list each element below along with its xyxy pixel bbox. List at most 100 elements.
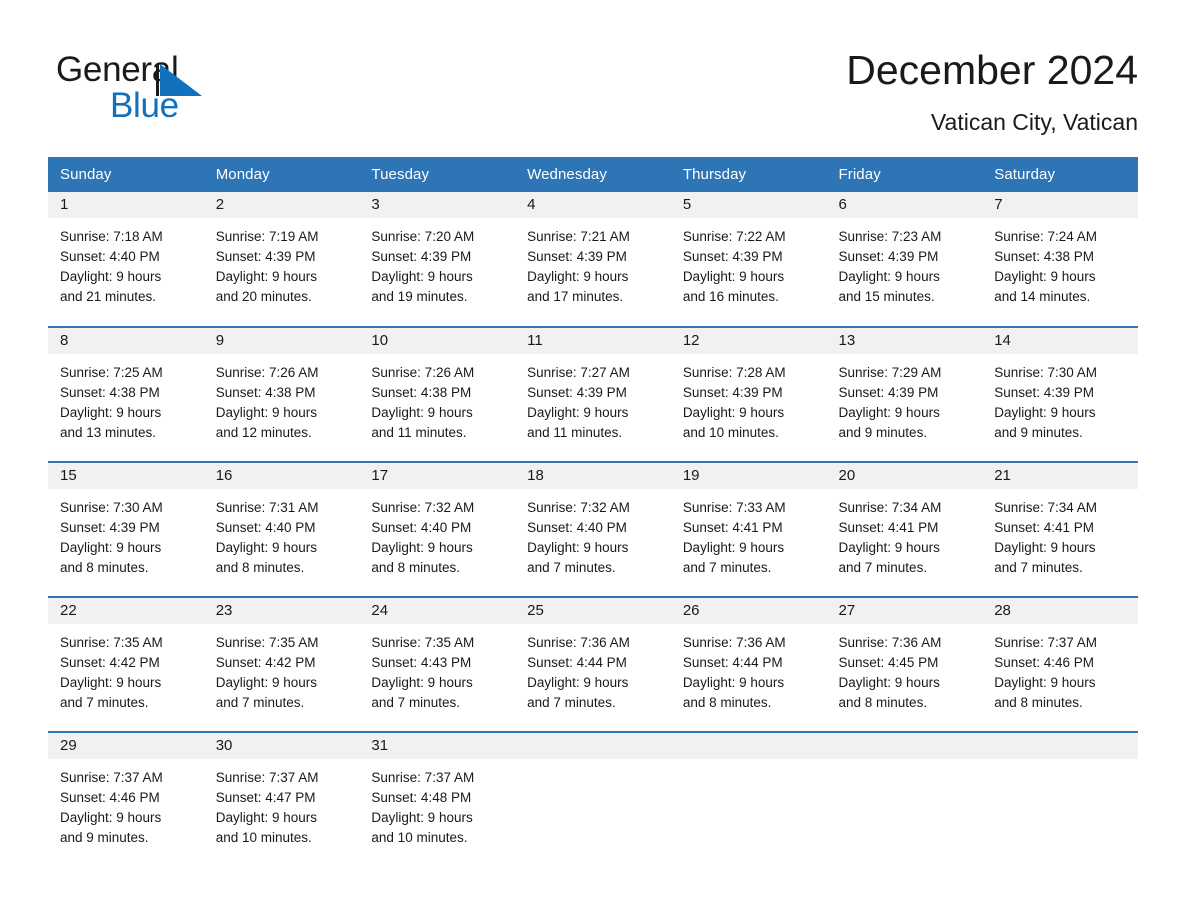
- day-details: Sunrise: 7:33 AM Sunset: 4:41 PM Daylight:…: [671, 489, 827, 578]
- day-details: Sunrise: 7:19 AM Sunset: 4:39 PM Daylight:…: [204, 218, 360, 307]
- calendar-day-cell[interactable]: 20 Sunrise: 7:34 AM Sunset: 4:41 PM Dayligh…: [826, 461, 983, 597]
- calendar-day-cell[interactable]: 14 Sunrise: 7:30 AM Sunset: 4:39 PM Dayligh…: [982, 326, 1138, 462]
- calendar-day-cell[interactable]: 17 Sunrise: 7:32 AM Sunset: 4:40 PM Dayligh…: [359, 461, 516, 597]
- calendar-day-cell[interactable]: 13 Sunrise: 7:29 AM Sunset: 4:39 PM Dayligh…: [826, 326, 983, 462]
- calendar-day-cell[interactable]: 3 Sunrise: 7:20 AM Sunset: 4:39 PM Daylight…: [359, 192, 516, 327]
- sunrise-text: Sunrise: 7:21 AM: [527, 229, 630, 244]
- sunrise-text: Sunrise: 7:35 AM: [60, 635, 163, 650]
- daylight-text-line2: and 8 minutes.: [215, 560, 305, 575]
- day-number: 28: [982, 598, 1138, 624]
- calendar-day-cell[interactable]: 19 Sunrise: 7:33 AM Sunset: 4:41 PM Dayligh…: [670, 461, 827, 597]
- calendar-day-cell[interactable]: 18 Sunrise: 7:32 AM Sunset: 4:40 PM Dayligh…: [515, 461, 671, 597]
- calendar-day-cell[interactable]: 24 Sunrise: 7:35 AM Sunset: 4:43 PM Dayligh…: [359, 596, 516, 732]
- calendar-day-cell[interactable]: 12 Sunrise: 7:28 AM Sunset: 4:39 PM Dayligh…: [670, 326, 827, 462]
- day-number: 7: [982, 192, 1138, 218]
- calendar-day-cell[interactable]: 5 Sunrise: 7:22 AM Sunset: 4:39 PM Daylight…: [670, 192, 827, 327]
- calendar-day-cell[interactable]: 26 Sunrise: 7:36 AM Sunset: 4:44 PM Dayligh…: [670, 596, 827, 732]
- sunrise-text: Sunrise: 7:25 AM: [60, 365, 163, 380]
- sunset-text: Sunset: 4:42 PM: [215, 655, 316, 670]
- sunrise-text: Sunrise: 7:29 AM: [838, 365, 942, 380]
- sunset-text: Sunset: 4:48 PM: [371, 790, 472, 805]
- calendar-day-cell[interactable]: 2 Sunrise: 7:19 AM Sunset: 4:39 PM Daylight…: [203, 192, 360, 327]
- day-details: Sunrise: 7:23 AM Sunset: 4:39 PM Daylight:…: [827, 218, 983, 307]
- calendar-day-cell[interactable]: 1 Sunrise: 7:18 AM Sunset: 4:40 PM Daylight…: [48, 192, 204, 327]
- daylight-text-line1: Daylight: 9 hours: [215, 405, 318, 420]
- sunset-text: Sunset: 4:39 PM: [215, 249, 316, 264]
- daylight-text-line2: and 13 minutes.: [60, 425, 157, 440]
- day-details: Sunrise: 7:37 AM Sunset: 4:46 PM Daylight:…: [982, 624, 1138, 713]
- daylight-text-line1: Daylight: 9 hours: [994, 269, 1096, 284]
- sunset-text: Sunset: 4:39 PM: [838, 385, 939, 400]
- daylight-text-line1: Daylight: 9 hours: [60, 810, 162, 825]
- day-details: Sunrise: 7:35 AM Sunset: 4:42 PM Daylight:…: [204, 624, 360, 713]
- daylight-text-line1: Daylight: 9 hours: [371, 675, 473, 690]
- day-number: 2: [203, 192, 360, 218]
- calendar-day-cell[interactable]: 15 Sunrise: 7:30 AM Sunset: 4:39 PM Dayligh…: [48, 461, 204, 597]
- calendar-day-cell[interactable]: 4 Sunrise: 7:21 AM Sunset: 4:39 PM Daylight…: [515, 192, 671, 327]
- calendar-day-cell[interactable]: 29 Sunrise: 7:37 AM Sunset: 4:46 PM Dayligh…: [48, 731, 204, 867]
- daylight-text-line2: and 7 minutes.: [215, 695, 305, 710]
- sunrise-text: Sunrise: 7:26 AM: [215, 365, 319, 380]
- daylight-text-line2: and 12 minutes.: [215, 425, 312, 440]
- day-number: 22: [48, 598, 204, 624]
- generalblue-logo[interactable]: General Blue: [56, 50, 256, 126]
- sunrise-text: Sunrise: 7:36 AM: [682, 635, 786, 650]
- day-number: 1: [48, 192, 204, 218]
- sunset-text: Sunset: 4:39 PM: [371, 249, 472, 264]
- calendar-day-cell[interactable]: 9 Sunrise: 7:26 AM Sunset: 4:38 PM Daylight…: [203, 326, 360, 462]
- sunset-text: Sunset: 4:40 PM: [527, 520, 627, 535]
- day-number: 23: [203, 598, 360, 624]
- daylight-text-line2: and 7 minutes.: [371, 695, 460, 710]
- calendar-day-cell[interactable]: 21 Sunrise: 7:34 AM Sunset: 4:41 PM Dayligh…: [982, 461, 1138, 597]
- day-details: Sunrise: 7:32 AM Sunset: 4:40 PM Daylight:…: [515, 489, 671, 578]
- sunrise-text: Sunrise: 7:22 AM: [682, 229, 786, 244]
- calendar-day-cell[interactable]: 11 Sunrise: 7:27 AM Sunset: 4:39 PM Dayligh…: [515, 326, 671, 462]
- calendar-day-cell[interactable]: 25 Sunrise: 7:36 AM Sunset: 4:44 PM Dayligh…: [515, 596, 671, 732]
- day-details: Sunrise: 7:24 AM Sunset: 4:38 PM Daylight:…: [982, 218, 1138, 307]
- sunset-text: Sunset: 4:46 PM: [60, 790, 160, 805]
- day-details: Sunrise: 7:28 AM Sunset: 4:39 PM Daylight:…: [671, 354, 827, 443]
- daylight-text-line2: and 7 minutes.: [994, 560, 1083, 575]
- day-details: Sunrise: 7:37 AM Sunset: 4:47 PM Daylight:…: [204, 759, 360, 848]
- sunrise-text: Sunrise: 7:35 AM: [215, 635, 319, 650]
- calendar-day-cell[interactable]: 28 Sunrise: 7:37 AM Sunset: 4:46 PM Dayligh…: [982, 596, 1138, 732]
- calendar-day-cell[interactable]: 10 Sunrise: 7:26 AM Sunset: 4:38 PM Dayligh…: [359, 326, 516, 462]
- weekday-header-saturday: Saturday: [982, 157, 1138, 192]
- day-number: 29: [48, 733, 204, 759]
- sunrise-text: Sunrise: 7:32 AM: [527, 500, 630, 515]
- daylight-text-line1: Daylight: 9 hours: [682, 540, 785, 555]
- calendar-day-cell[interactable]: 30 Sunrise: 7:37 AM Sunset: 4:47 PM Dayligh…: [203, 731, 360, 867]
- calendar-day-cell[interactable]: 7 Sunrise: 7:24 AM Sunset: 4:38 PM Daylight…: [982, 192, 1138, 327]
- sunrise-text: Sunrise: 7:30 AM: [60, 500, 163, 515]
- calendar-day-cell[interactable]: 23 Sunrise: 7:35 AM Sunset: 4:42 PM Dayligh…: [203, 596, 360, 732]
- calendar-day-cell[interactable]: 16 Sunrise: 7:31 AM Sunset: 4:40 PM Dayligh…: [203, 461, 360, 597]
- sunset-text: Sunset: 4:44 PM: [682, 655, 783, 670]
- sunset-text: Sunset: 4:47 PM: [215, 790, 316, 805]
- daylight-text-line2: and 7 minutes.: [527, 560, 616, 575]
- sunrise-text: Sunrise: 7:37 AM: [371, 770, 475, 785]
- day-details: Sunrise: 7:35 AM Sunset: 4:42 PM Daylight:…: [48, 624, 204, 713]
- calendar-day-cell[interactable]: 8 Sunrise: 7:25 AM Sunset: 4:38 PM Daylight…: [48, 326, 204, 462]
- daylight-text-line2: and 11 minutes.: [527, 425, 623, 440]
- day-details: Sunrise: 7:36 AM Sunset: 4:44 PM Daylight:…: [515, 624, 671, 713]
- daylight-text-line1: Daylight: 9 hours: [215, 540, 318, 555]
- sunrise-text: Sunrise: 7:27 AM: [527, 365, 630, 380]
- daylight-text-line1: Daylight: 9 hours: [682, 405, 785, 420]
- sunrise-text: Sunrise: 7:36 AM: [838, 635, 942, 650]
- sunrise-text: Sunrise: 7:20 AM: [371, 229, 475, 244]
- sunset-text: Sunset: 4:41 PM: [682, 520, 783, 535]
- daylight-text-line1: Daylight: 9 hours: [215, 810, 318, 825]
- daylight-text-line2: and 10 minutes.: [371, 830, 468, 845]
- day-details: Sunrise: 7:27 AM Sunset: 4:39 PM Daylight:…: [515, 354, 671, 443]
- daylight-text-line1: Daylight: 9 hours: [60, 675, 162, 690]
- day-number: 9: [203, 328, 360, 354]
- calendar-day-cell[interactable]: 6 Sunrise: 7:23 AM Sunset: 4:39 PM Daylight…: [826, 192, 983, 327]
- calendar-day-cell[interactable]: 31 Sunrise: 7:37 AM Sunset: 4:48 PM Dayligh…: [359, 731, 516, 867]
- daylight-text-line1: Daylight: 9 hours: [838, 675, 940, 690]
- sunrise-text: Sunrise: 7:19 AM: [215, 229, 319, 244]
- calendar-day-cell[interactable]: 22 Sunrise: 7:35 AM Sunset: 4:42 PM Dayligh…: [48, 596, 204, 732]
- day-number: 19: [670, 463, 827, 489]
- calendar-day-cell[interactable]: 27 Sunrise: 7:36 AM Sunset: 4:45 PM Dayligh…: [826, 596, 983, 732]
- daylight-text-line2: and 16 minutes.: [682, 289, 779, 304]
- sunrise-text: Sunrise: 7:36 AM: [527, 635, 630, 650]
